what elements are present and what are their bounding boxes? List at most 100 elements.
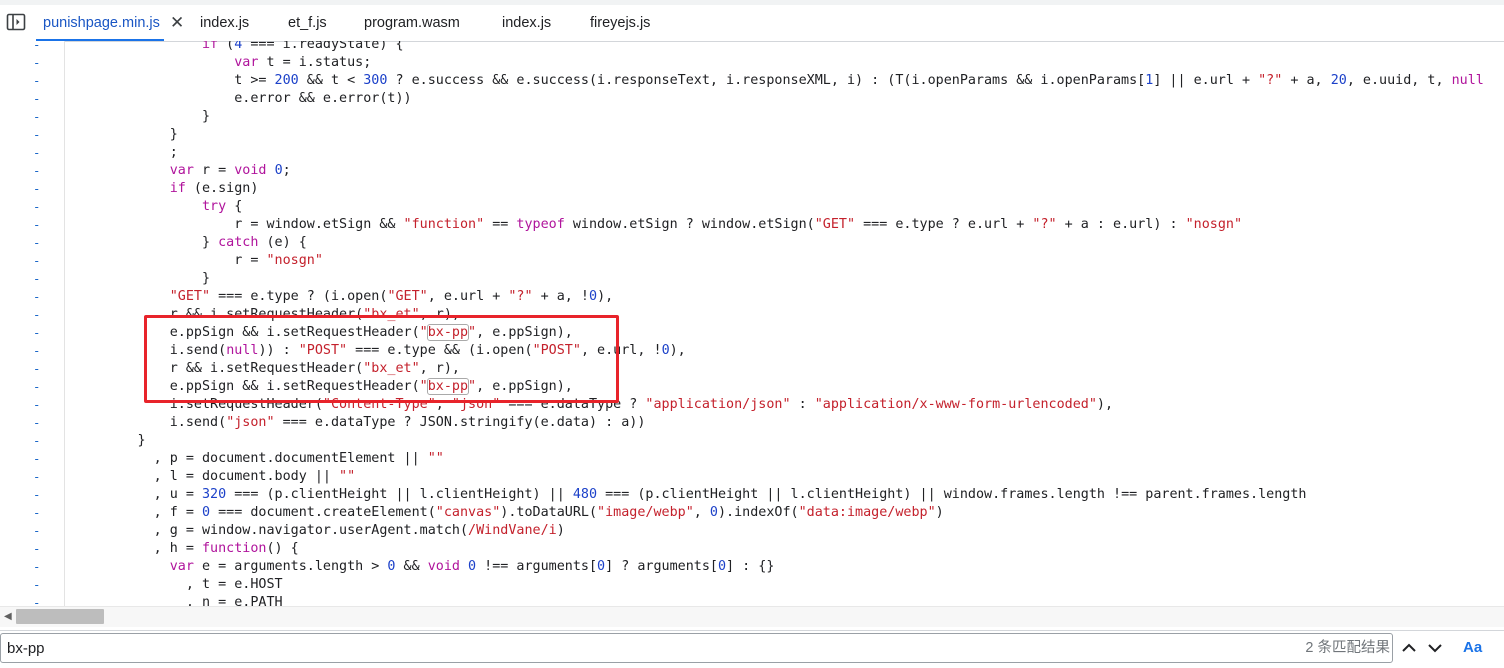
code-token: r = window.etSign &&	[73, 217, 404, 232]
code-token: if	[202, 41, 219, 52]
code-token: }	[73, 109, 211, 124]
code-token: catch	[218, 235, 259, 250]
code-token: (e) {	[258, 235, 307, 250]
code-token: ).toDataURL(	[500, 505, 598, 520]
code-token: 0	[202, 505, 211, 520]
tab-index-js[interactable]: index.js	[200, 6, 249, 41]
match-count: 2 条匹配结果	[1305, 640, 1390, 656]
code-token: e.error && e.error(t))	[73, 91, 412, 106]
code-line: var e = arguments.length > 0 && void 0 !…	[73, 558, 775, 576]
next-match-button[interactable]	[1421, 633, 1449, 663]
code-token: "application/json"	[645, 397, 791, 412]
code-token: window.etSign ? window.etSign(	[564, 217, 815, 232]
previous-match-button[interactable]	[1395, 633, 1423, 663]
code-token: , h =	[73, 541, 202, 556]
code-token: , p = document.documentElement ||	[73, 451, 428, 466]
code-token: r =	[73, 253, 267, 268]
code-token: void	[427, 559, 460, 574]
code-token: + a, !	[532, 289, 589, 304]
code-token: )	[556, 523, 565, 538]
code-token: === (p.clientHeight || l.clientHeight) |…	[226, 487, 573, 502]
match-case-button[interactable]: Aa	[1463, 633, 1482, 663]
code-token: , l = document.body ||	[73, 469, 340, 484]
code-token: &&	[395, 559, 428, 574]
code-token: === e.dataType ? JSON.stringify(e.data) …	[274, 415, 646, 430]
code-token: , u =	[73, 487, 202, 502]
code-token: ),	[1096, 397, 1114, 412]
code-token: , f =	[73, 505, 202, 520]
code-token: ;	[282, 163, 291, 178]
code-token: 0	[597, 559, 606, 574]
code-token: void	[234, 163, 267, 178]
code-token: () {	[266, 541, 299, 556]
toggle-navigator-icon[interactable]	[6, 13, 26, 31]
code-token: === e.type ? (i.open(	[210, 289, 388, 304]
code-token: )	[935, 505, 944, 520]
close-tab-icon[interactable]: ✕	[170, 6, 184, 41]
code-token: :	[790, 397, 815, 412]
code-token: ""	[339, 469, 356, 484]
code-line: r = "nosgn"	[73, 252, 323, 270]
code-token: null	[1451, 73, 1484, 88]
tab-label: program.wasm	[364, 15, 460, 31]
code-token: 0	[717, 559, 727, 574]
code-line: var r = void 0;	[73, 162, 291, 180]
code-token: }	[73, 271, 211, 286]
code-line: }	[73, 108, 210, 126]
code-token: , n = e.PATH	[73, 595, 283, 606]
tab-label: index.js	[502, 15, 552, 31]
code-line: , u = 320 === (p.clientHeight || l.clien…	[73, 486, 1307, 504]
code-line: e.error && e.error(t))	[73, 90, 412, 108]
code-token: , g = window.navigator.userAgent.match(	[73, 523, 469, 538]
horizontal-scrollbar[interactable]: ◀	[0, 606, 1504, 627]
tab-punishpage-min-js[interactable]: punishpage.min.js	[36, 6, 164, 41]
code-token: var	[169, 163, 194, 178]
tab-et-f-js[interactable]: et_f.js	[288, 6, 327, 41]
code-token: typeof	[516, 217, 565, 232]
code-token: 200	[274, 73, 299, 88]
code-token: , t = e.HOST	[73, 577, 283, 592]
search-input[interactable]	[0, 633, 1393, 663]
code-token: "data:image/webp"	[798, 505, 936, 520]
code-line: ;	[73, 144, 178, 162]
code-line: , h = function() {	[73, 540, 299, 558]
code-token: "application/x-www-form-urlencoded"	[814, 397, 1097, 412]
code-token: === i.readyState) {	[242, 41, 404, 52]
code-token: ),	[669, 343, 686, 358]
tab-index-js-2[interactable]: index.js	[502, 6, 551, 41]
scrollbar-thumb[interactable]	[16, 609, 104, 624]
code-token: var	[234, 55, 259, 70]
code-token: ;	[73, 145, 178, 160]
code-token: ] : {}	[726, 559, 775, 574]
code-token: (e.sign)	[185, 181, 259, 196]
code-line: t >= 200 && t < 300 ? e.success && e.suc…	[73, 72, 1484, 90]
code-token: 0	[589, 289, 598, 304]
code-line: , l = document.body || ""	[73, 468, 356, 486]
code-token: var	[169, 559, 194, 574]
annotation-highlight-box	[144, 315, 619, 403]
code-token: }	[73, 127, 178, 142]
code-token: try	[202, 199, 227, 214]
scroll-left-icon[interactable]: ◀	[4, 611, 12, 623]
code-line: , p = document.documentElement || ""	[73, 450, 444, 468]
code-token: function	[202, 541, 267, 556]
tab-label: et_f.js	[288, 15, 327, 31]
code-token: t >=	[73, 73, 275, 88]
editor-tab-bar: punishpage.min.js ✕ index.js et_f.js pro…	[0, 0, 1504, 42]
tab-fireyejs-js[interactable]: fireyejs.js	[590, 6, 650, 41]
code-token: ),	[597, 289, 614, 304]
code-line: }	[73, 126, 178, 144]
code-line: } catch (e) {	[73, 234, 307, 252]
tab-program-wasm[interactable]: program.wasm	[364, 6, 460, 41]
code-line: r = window.etSign && "function" == typeo…	[73, 216, 1242, 234]
code-token: "canvas"	[435, 505, 501, 520]
tab-label: index.js	[200, 15, 250, 31]
code-token: ? e.success && e.success(i.responseText,…	[387, 73, 1146, 88]
code-token: 0	[274, 163, 283, 178]
code-token: }	[73, 235, 219, 250]
code-line: , f = 0 === document.createElement("canv…	[73, 504, 944, 522]
